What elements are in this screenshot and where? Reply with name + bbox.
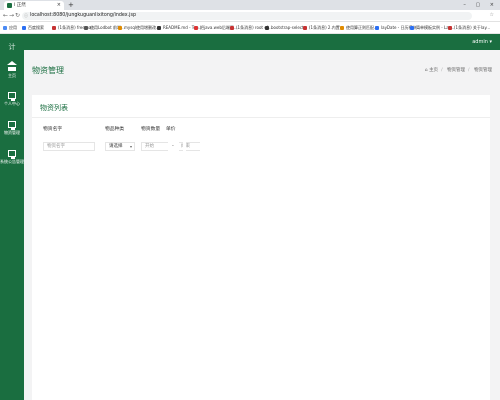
type-select[interactable]: 请选择 ▾ xyxy=(105,142,135,151)
tab-title: Ⅰ 正然 xyxy=(14,3,26,8)
sidebar-item-label: 物资管理 xyxy=(4,130,20,135)
bookmark-label: 使用算正则匹配... xyxy=(346,25,378,30)
price-filter-label: 单价 xyxy=(166,127,176,132)
new-tab-icon[interactable]: + xyxy=(68,1,74,9)
bookmark-item[interactable]: 使用算正则匹配... xyxy=(340,25,378,31)
main-content: 物资列表 物资名字 物资名字 物品种类 请选择▾ 物资数量 开始 - 结束 单价 xyxy=(24,87,500,400)
user-menu[interactable]: admin ▾ xyxy=(472,39,492,45)
card-title: 物资列表 xyxy=(40,104,68,112)
sidebar-item-materials[interactable]: 物资管理 xyxy=(0,121,24,136)
monitor-icon xyxy=(8,92,16,101)
type-select-value: 请选择 xyxy=(109,144,123,149)
top-navbar: admin ▾ xyxy=(24,34,500,50)
bookmark-item[interactable]: 百度搜索 xyxy=(22,25,44,31)
breadcrumb-item[interactable]: 物资管理 xyxy=(447,68,465,73)
sidebar-item-announcements[interactable]: 系统公告管理 xyxy=(0,150,24,165)
home-icon xyxy=(7,61,17,71)
bookmark-label: 应用 xyxy=(9,25,17,30)
type-filter-label: 物品种类 xyxy=(105,127,125,132)
name-filter-label: 物资名字 xyxy=(43,127,63,132)
star-icon[interactable]: ☆ xyxy=(490,12,497,18)
app-logo: 计 xyxy=(8,43,16,51)
window-controls[interactable]: – ▢ × xyxy=(463,0,498,10)
back-icon[interactable]: ← xyxy=(3,12,8,19)
url-text: localhost:8080/jungkuguanlixitong/index.… xyxy=(30,13,137,18)
count-start-input[interactable]: 开始 xyxy=(141,142,169,151)
info-icon: ⓘ xyxy=(24,13,28,18)
bookmark-label: mysql使用增删改... xyxy=(124,25,160,30)
reload-icon[interactable]: ↻ xyxy=(15,12,20,19)
page-header: 物资管理 ⌂ 主页 / 物资管理 / 物资管理 xyxy=(24,50,500,87)
bookmark-item[interactable]: (1条消息) 关于lay... xyxy=(448,25,490,31)
browser-tab[interactable]: Ⅰ 正然 × xyxy=(4,1,64,10)
forward-icon[interactable]: → xyxy=(9,12,14,19)
sidebar: 计 主页 个人中心 物资管理 系统公告管理 xyxy=(0,34,24,400)
home-icon: ⌂ xyxy=(424,68,428,73)
monitor-icon xyxy=(8,121,16,130)
browser-tabbar: Ⅰ 正然 × + – ▢ × xyxy=(0,0,500,10)
tab-favicon-icon xyxy=(7,3,12,8)
count-start-placeholder: 开始 xyxy=(145,144,154,149)
breadcrumb-current: 物资管理 xyxy=(474,68,492,73)
url-input[interactable]: ⓘ localhost:8080/jungkuguanlixitong/inde… xyxy=(22,12,472,20)
sidebar-item-profile[interactable]: 个人中心 xyxy=(0,92,24,107)
close-tab-icon[interactable]: × xyxy=(57,1,61,10)
breadcrumb-home[interactable]: 主页 xyxy=(429,68,438,73)
bookmark-label: bootstrap-select... xyxy=(271,25,308,30)
sidebar-item-label: 主页 xyxy=(8,73,16,78)
materials-card: 物资列表 物资名字 物资名字 物品种类 请选择▾ 物资数量 开始 - 结束 单价 xyxy=(32,95,490,400)
name-filter-input[interactable]: 物资名字 xyxy=(43,142,95,151)
sidebar-item-label: 系统公告管理 xyxy=(0,159,24,164)
sidebar-item-label: 个人中心 xyxy=(4,101,20,106)
bookmark-item[interactable]: 应用 xyxy=(3,25,17,31)
bookmark-item[interactable]: (1条消息) 2.内置... xyxy=(303,25,344,31)
bookmarks-bar: 应用 百度搜索 (1条消息) freema... 使用Lodbot 前端... … xyxy=(0,22,500,34)
bookmark-label: (1条消息) 2.内置... xyxy=(309,25,344,30)
bookmark-item[interactable]: bootstrap-select... xyxy=(265,25,307,30)
bookmark-item[interactable]: mysql使用增删改... xyxy=(118,25,160,31)
bookmark-label: 百度搜索 xyxy=(28,25,44,30)
monitor-icon xyxy=(8,150,16,159)
sidebar-item-home[interactable]: 主页 xyxy=(0,61,24,79)
address-bar: ← → ↻ ⓘ localhost:8080/jungkuguanlixiton… xyxy=(0,10,500,22)
range-dash: - xyxy=(172,143,174,149)
chevron-down-icon: ▾ xyxy=(129,144,132,149)
page-title: 物资管理 xyxy=(32,66,64,75)
name-placeholder: 物资名字 xyxy=(47,144,65,149)
count-filter-label: 物资数量 xyxy=(141,127,161,132)
breadcrumb: ⌂ 主页 / 物资管理 / 物资管理 xyxy=(424,68,492,73)
bookmark-label: (1条消息) 关于lay... xyxy=(454,25,491,30)
